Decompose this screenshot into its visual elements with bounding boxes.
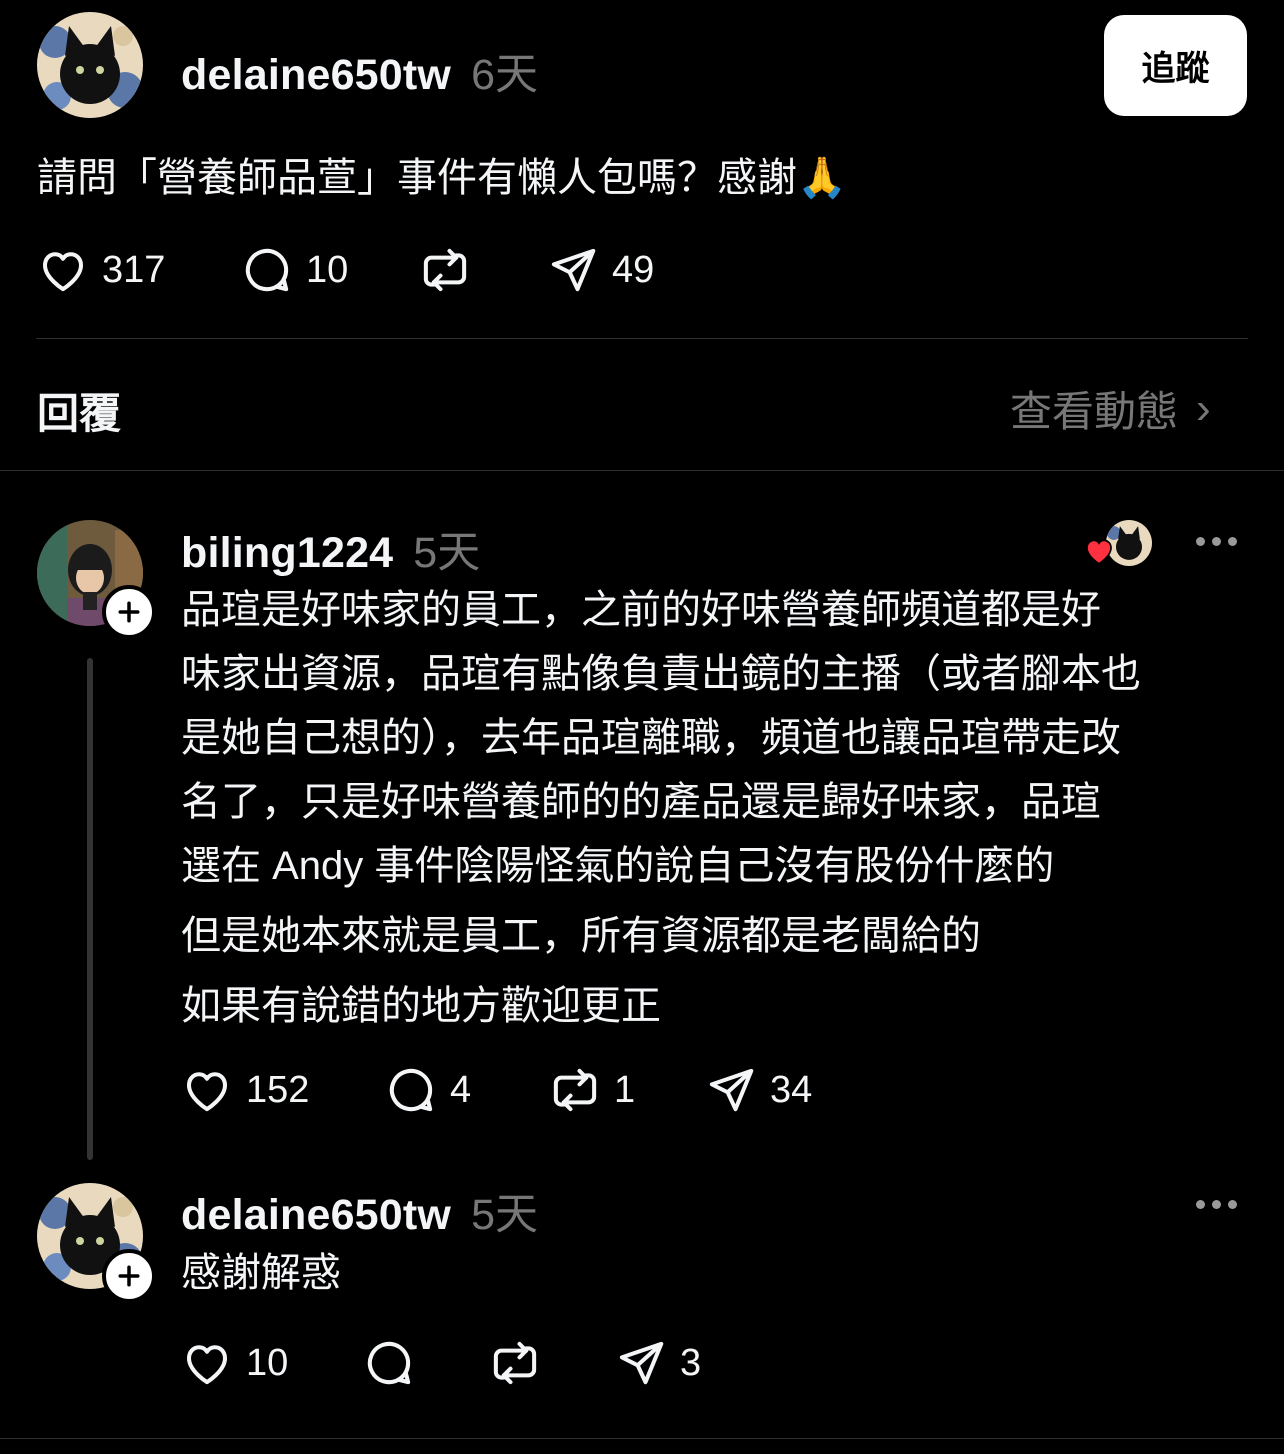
reply-text-line: 是她自己想的），去年品瑄離職，頻道也讓品瑄帶走改 xyxy=(181,716,1121,760)
comment-icon xyxy=(389,1068,433,1112)
divider xyxy=(36,338,1248,339)
reply-username[interactable]: biling1224 xyxy=(181,529,393,578)
view-activity-link[interactable]: 查看動態 › xyxy=(1010,378,1211,439)
divider xyxy=(0,470,1284,471)
repost-icon xyxy=(493,1341,537,1385)
heart-icon xyxy=(186,1072,228,1112)
follow-plus-button[interactable] xyxy=(102,585,156,639)
repost-button[interactable] xyxy=(418,243,546,297)
share-count: 34 xyxy=(770,1068,813,1111)
comment-icon xyxy=(245,248,289,292)
reply-text: 品瑄是好味家的員工，之前的好味營養師頻道都是好 味家出資源，品瑄有點像負責出鏡的… xyxy=(181,578,1261,1038)
more-dot xyxy=(1196,1200,1205,1209)
share-button[interactable]: 49 xyxy=(546,243,654,297)
plus-icon xyxy=(118,601,140,623)
like-count: 152 xyxy=(246,1068,310,1111)
follow-plus-button[interactable] xyxy=(102,1249,156,1303)
more-dot xyxy=(1228,1200,1237,1209)
more-dot xyxy=(1212,1200,1221,1209)
more-dot xyxy=(1212,537,1221,546)
reply-text-line: 名了，只是好味營養師的的產品還是歸好味家，品瑄 xyxy=(181,780,1101,824)
send-icon xyxy=(551,248,596,292)
divider xyxy=(0,1438,1284,1439)
cat-avatar-icon xyxy=(37,12,143,118)
more-button[interactable] xyxy=(1196,537,1237,546)
post-text: 請問「營養師品萱」事件有懶人包嗎？感謝🙏 xyxy=(37,156,847,200)
reply-text-line: 品瑄是好味家的員工，之前的好味營養師頻道都是好 xyxy=(181,588,1101,632)
comment-button[interactable] xyxy=(362,1336,488,1390)
share-count: 49 xyxy=(612,248,655,291)
comment-button[interactable]: 10 xyxy=(240,243,418,297)
chevron-right-icon: › xyxy=(1196,383,1211,433)
more-button[interactable] xyxy=(1196,1200,1237,1209)
post-time: 6天 xyxy=(471,51,539,99)
heart-icon xyxy=(186,1345,228,1385)
comment-count: 10 xyxy=(306,248,349,291)
reply-time: 5天 xyxy=(471,1191,539,1239)
heart-icon xyxy=(42,252,84,292)
reply-text-line: 選在 Andy 事件陰陽怪氣的說自己沒有股份什麼的 xyxy=(181,844,1055,888)
follow-button[interactable]: 追蹤 xyxy=(1104,15,1247,116)
plus-icon xyxy=(118,1265,140,1287)
repost-button[interactable]: 1 xyxy=(548,1063,704,1117)
reply-text: 感謝解惑 xyxy=(181,1251,341,1295)
like-button[interactable]: 10 xyxy=(180,1336,362,1390)
comment-button[interactable]: 4 xyxy=(384,1063,548,1117)
like-button[interactable]: 317 xyxy=(36,243,240,297)
more-dot xyxy=(1196,537,1205,546)
repost-count: 1 xyxy=(614,1068,636,1111)
reply-username[interactable]: delaine650tw xyxy=(181,1191,451,1240)
like-button[interactable]: 152 xyxy=(180,1063,384,1117)
like-count: 317 xyxy=(102,248,166,291)
reply-text-line: 但是她本來就是員工，所有資源都是老闆給的 xyxy=(181,914,981,958)
author-liked-indicator xyxy=(1082,516,1154,568)
comment-icon xyxy=(367,1341,411,1385)
share-button[interactable]: 34 xyxy=(704,1063,812,1117)
heart-red-icon xyxy=(1086,539,1112,565)
like-count: 10 xyxy=(246,1341,289,1384)
send-icon xyxy=(709,1068,754,1112)
more-dot xyxy=(1228,537,1237,546)
reply-time: 5天 xyxy=(413,529,481,577)
repost-icon xyxy=(553,1068,597,1112)
post-username[interactable]: delaine650tw xyxy=(181,51,451,100)
thread-line xyxy=(87,658,93,1160)
reply-text-line: 如果有說錯的地方歡迎更正 xyxy=(181,984,661,1028)
view-activity-label: 查看動態 xyxy=(1010,388,1179,435)
comment-count: 4 xyxy=(450,1068,472,1111)
repost-button[interactable] xyxy=(488,1336,614,1390)
repost-icon xyxy=(423,248,467,292)
share-count: 3 xyxy=(680,1341,702,1384)
send-icon xyxy=(619,1341,664,1385)
share-button[interactable]: 3 xyxy=(614,1336,701,1390)
reply-text-line: 味家出資源，品瑄有點像負責出鏡的主播（或者腳本也 xyxy=(181,652,1141,696)
avatar[interactable] xyxy=(37,12,143,118)
replies-title: 回覆 xyxy=(37,390,122,437)
